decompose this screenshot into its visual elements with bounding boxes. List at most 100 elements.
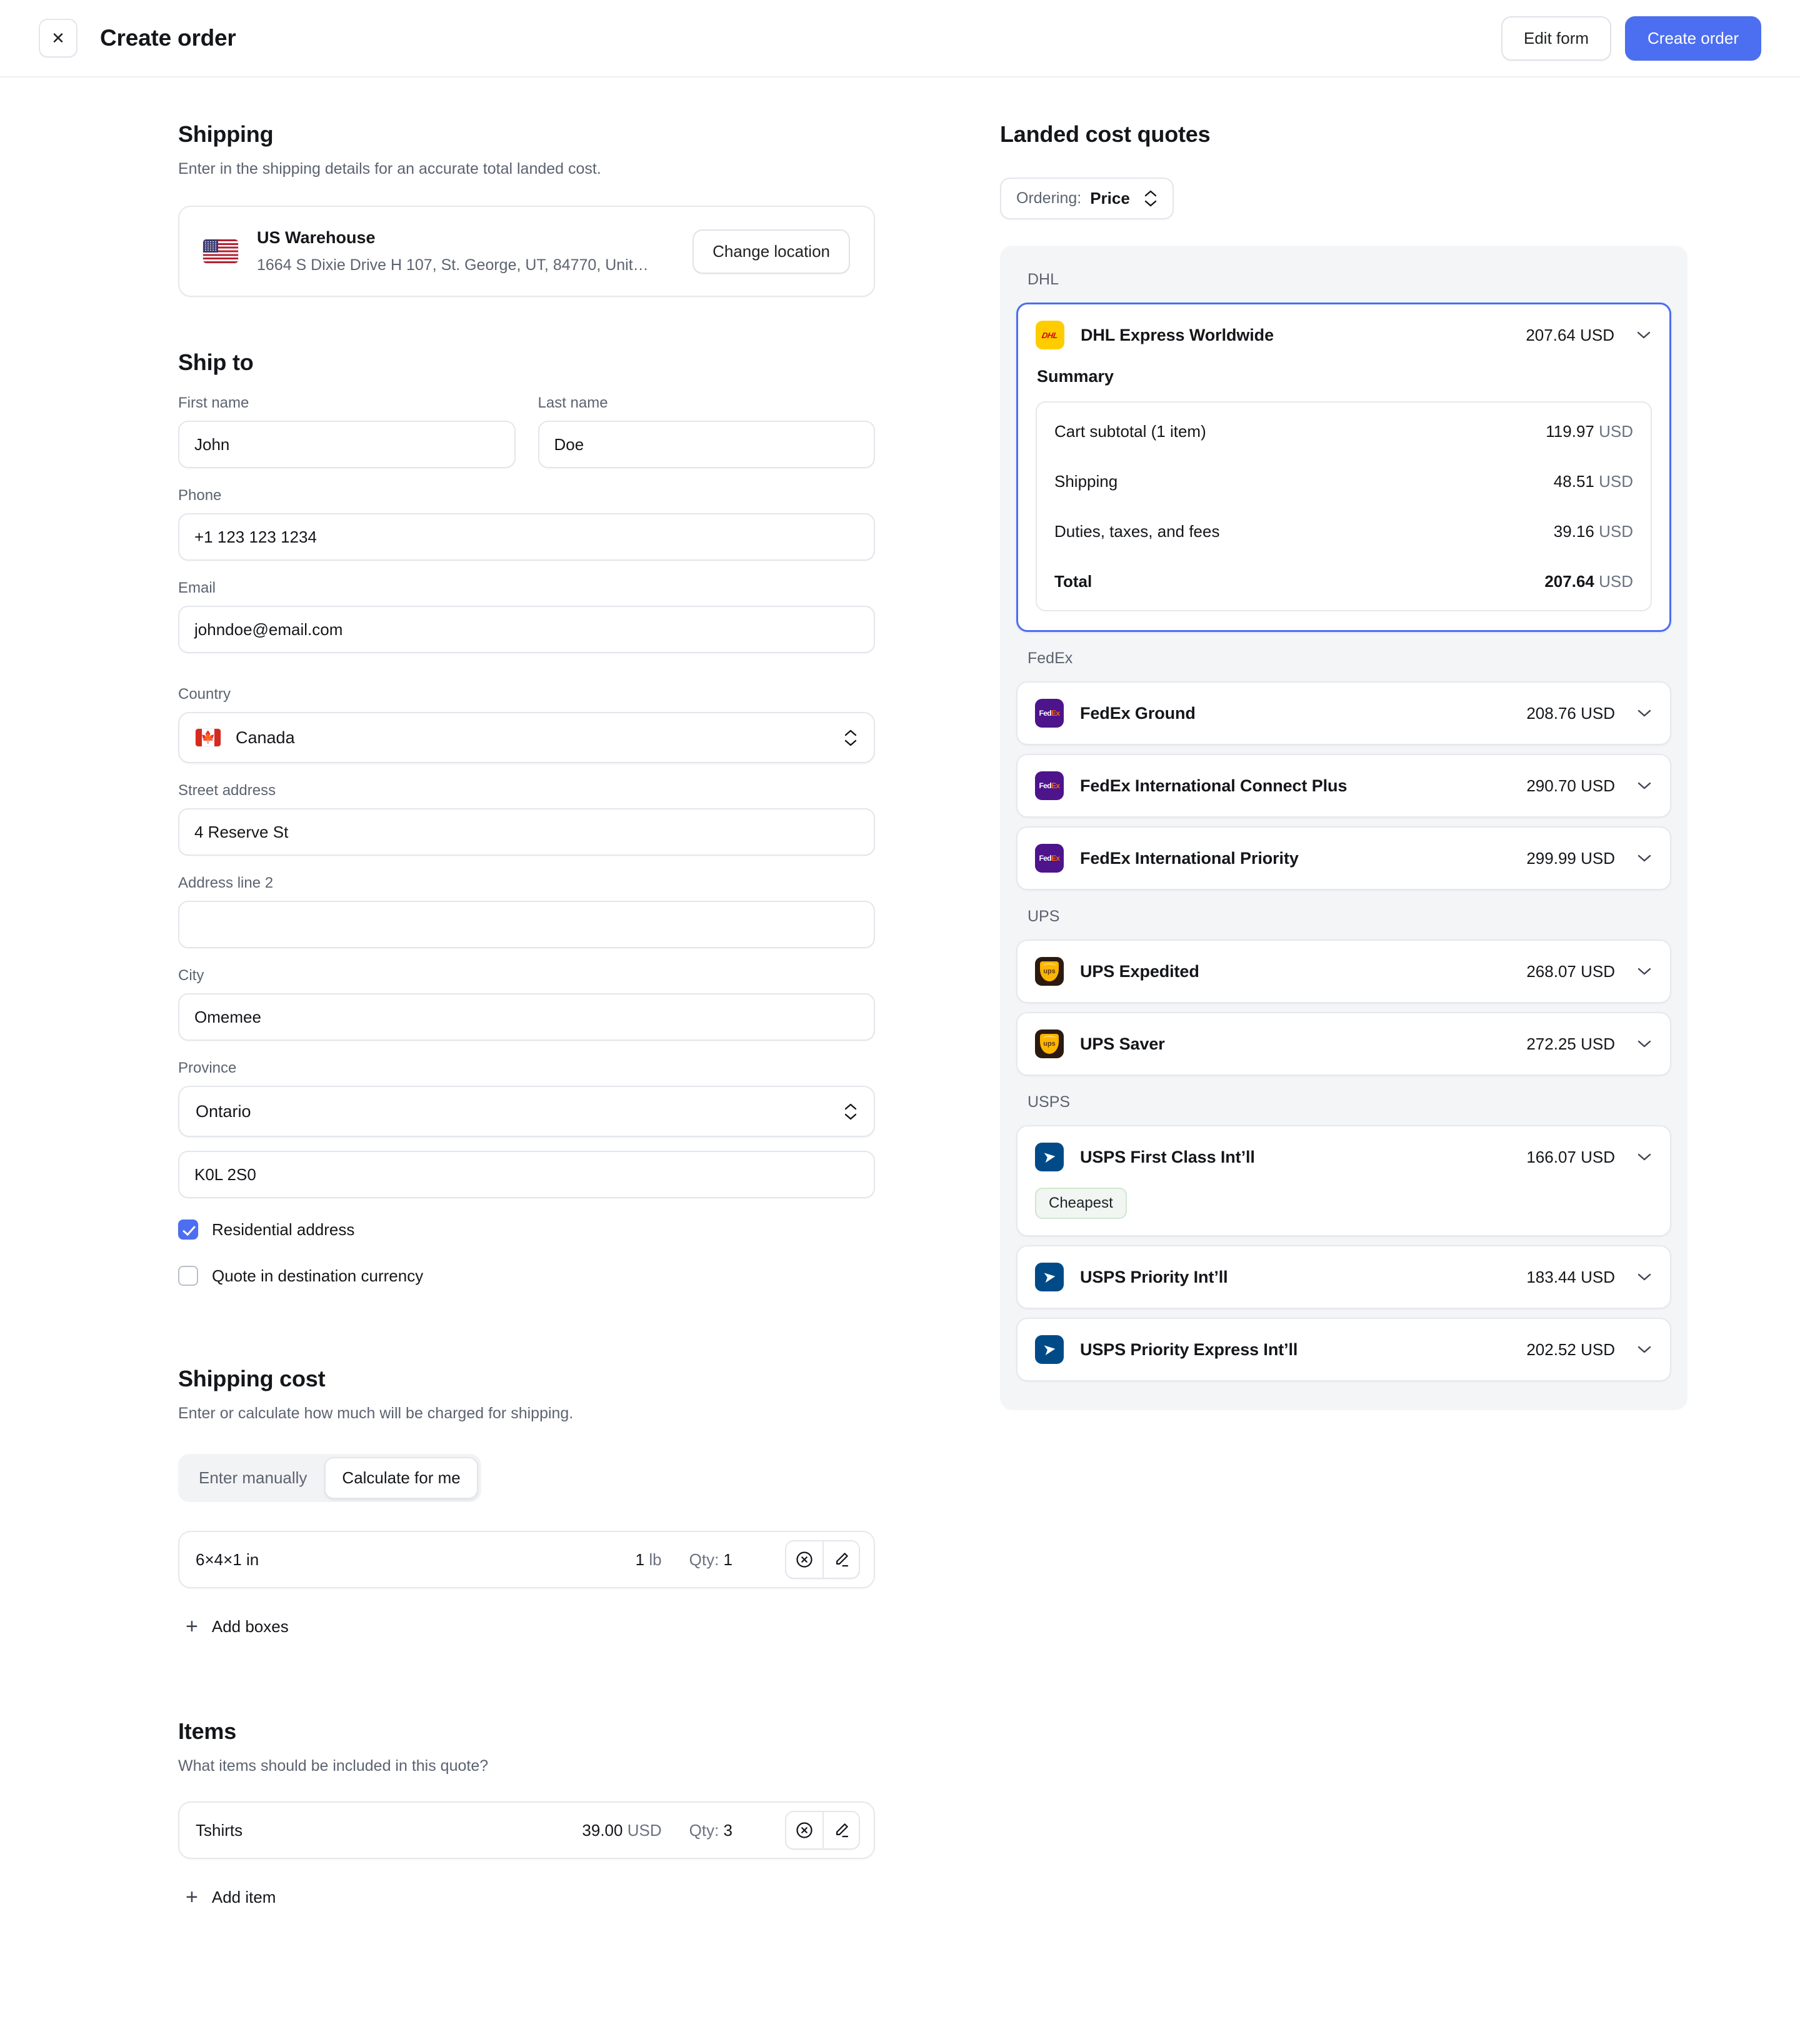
- warehouse-location-card: US Warehouse 1664 S Dixie Drive H 107, S…: [178, 206, 875, 297]
- quote-header[interactable]: ➤ USPS Priority Express Int’ll 202.52 USD: [1018, 1319, 1670, 1380]
- last-name-label: Last name: [538, 394, 608, 411]
- quote-header[interactable]: DHL DHL Express Worldwide 207.64 USD: [1018, 304, 1669, 366]
- tab-calculate-for-me[interactable]: Calculate for me: [324, 1457, 478, 1499]
- quote-service-name: USPS Priority Int’ll: [1080, 1267, 1228, 1286]
- checkbox-checked-icon[interactable]: [178, 1220, 198, 1240]
- quote-service-name: UPS Expedited: [1080, 961, 1199, 981]
- chevron-down-icon[interactable]: [1636, 1272, 1652, 1282]
- chevron-updown-icon: [1144, 189, 1158, 208]
- chevron-down-icon[interactable]: [1636, 966, 1652, 976]
- quotes-column: Landed cost quotes Ordering: Price DHL DH…: [1000, 121, 1688, 1908]
- item-name: Tshirts: [196, 1820, 243, 1840]
- item-actions: [785, 1811, 860, 1850]
- address2-input[interactable]: [178, 901, 875, 948]
- quote-card[interactable]: FedEx FedEx Ground 208.76 USD: [1016, 681, 1671, 745]
- quote-card[interactable]: FedEx FedEx International Priority 299.99 …: [1016, 826, 1671, 890]
- chevron-down-icon[interactable]: [1636, 330, 1652, 340]
- plus-icon: +: [186, 1615, 198, 1638]
- location-address: 1664 S Dixie Drive H 107, St. George, UT…: [257, 256, 649, 274]
- ordering-select[interactable]: Ordering: Price: [1000, 178, 1174, 219]
- quote-price: 290.70 USD: [1526, 776, 1615, 795]
- postal-code-input[interactable]: K0L 2S0: [178, 1151, 875, 1198]
- city-input[interactable]: Omemee: [178, 993, 875, 1041]
- close-icon[interactable]: ✕: [39, 19, 78, 58]
- chevron-down-icon[interactable]: [1636, 1152, 1652, 1162]
- quote-header[interactable]: FedEx FedEx Ground 208.76 USD: [1018, 683, 1670, 744]
- create-order-button[interactable]: Create order: [1625, 16, 1761, 61]
- shipping-column: Shipping Enter in the shipping details f…: [178, 121, 875, 1908]
- box-dimensions: 6×4×1 in: [196, 1550, 259, 1569]
- summary-row-label: Total: [1054, 571, 1092, 591]
- quote-card[interactable]: FedEx FedEx International Connect Plus 290…: [1016, 754, 1671, 818]
- shipping-section-subtitle: Enter in the shipping details for an acc…: [178, 160, 601, 178]
- status-badge: Cheapest: [1035, 1188, 1127, 1219]
- add-boxes-button[interactable]: + Add boxes: [178, 1616, 289, 1637]
- quote-card[interactable]: ➤ USPS Priority Express Int’ll 202.52 USD: [1016, 1318, 1671, 1381]
- quote-price: 183.44 USD: [1526, 1267, 1615, 1286]
- edit-item-icon[interactable]: [822, 1812, 859, 1848]
- remove-box-icon[interactable]: [786, 1541, 822, 1578]
- chevron-down-icon[interactable]: [1636, 1345, 1652, 1355]
- fedex-logo-icon: FedEx: [1035, 699, 1064, 728]
- phone-input[interactable]: +1 123 123 1234: [178, 513, 875, 561]
- summary-row-label: Cart subtotal (1 item): [1054, 421, 1206, 441]
- email-label: Email: [178, 579, 216, 596]
- residential-address-checkbox-row[interactable]: Residential address: [178, 1220, 875, 1240]
- first-name-input[interactable]: John: [178, 421, 516, 468]
- chevron-down-icon[interactable]: [1636, 708, 1652, 718]
- quote-header[interactable]: ups UPS Saver 272.25 USD: [1018, 1013, 1670, 1075]
- quote-header[interactable]: FedEx FedEx International Connect Plus 290…: [1018, 755, 1670, 816]
- country-value: Canada: [236, 728, 295, 747]
- box-quantity: Qty: 1: [689, 1550, 732, 1569]
- add-item-button[interactable]: + Add item: [178, 1886, 276, 1908]
- quote-header[interactable]: ➤ USPS Priority Int’ll 183.44 USD: [1018, 1246, 1670, 1308]
- quote-price: 166.07 USD: [1526, 1147, 1615, 1166]
- remove-item-icon[interactable]: [786, 1812, 822, 1848]
- last-name-input[interactable]: Doe: [538, 421, 875, 468]
- quote-price: 202.52 USD: [1526, 1340, 1615, 1359]
- summary-row: Total 207.64 USD: [1054, 556, 1633, 606]
- street-input[interactable]: 4 Reserve St: [178, 808, 875, 856]
- canada-flag-icon: 🍁: [196, 729, 221, 746]
- edit-box-icon[interactable]: [822, 1541, 859, 1578]
- province-select[interactable]: Ontario: [178, 1086, 875, 1137]
- quote-header[interactable]: ➤ USPS First Class Int’ll 166.07 USD: [1018, 1126, 1670, 1188]
- postal-field: K0L 2S0: [178, 1151, 875, 1198]
- quote-header[interactable]: FedEx FedEx International Priority 299.99 …: [1018, 828, 1670, 889]
- usps-logo-icon: ➤: [1035, 1263, 1064, 1291]
- quote-price: 208.76 USD: [1526, 703, 1615, 723]
- quote-summary: Summary Cart subtotal (1 item) 119.97 USD S…: [1018, 366, 1669, 630]
- destination-currency-checkbox-row[interactable]: Quote in destination currency: [178, 1266, 875, 1286]
- carrier-group: FedEx FedEx FedEx Ground 208.76 USD FedEx Fed…: [1016, 641, 1671, 890]
- tab-enter-manually[interactable]: Enter manually: [181, 1457, 324, 1499]
- add-boxes-label: Add boxes: [211, 1616, 289, 1636]
- country-select[interactable]: 🍁 Canada: [178, 712, 875, 763]
- quote-card[interactable]: DHL DHL Express Worldwide 207.64 USD Summar…: [1016, 303, 1671, 632]
- quote-card[interactable]: ➤ USPS Priority Int’ll 183.44 USD: [1016, 1245, 1671, 1309]
- top-bar: ✕ Create order Edit form Create order: [0, 0, 1800, 78]
- edit-form-button[interactable]: Edit form: [1501, 16, 1612, 61]
- summary-row-amount: 207.64 USD: [1544, 571, 1633, 591]
- checkbox-unchecked-icon[interactable]: [178, 1266, 198, 1286]
- chevron-down-icon[interactable]: [1636, 781, 1652, 791]
- summary-row-label: Duties, taxes, and fees: [1054, 521, 1220, 541]
- chevron-down-icon[interactable]: [1636, 1039, 1652, 1049]
- quote-card[interactable]: ups UPS Expedited 268.07 USD: [1016, 939, 1671, 1003]
- email-input[interactable]: johndoe@email.com: [178, 606, 875, 653]
- quote-card[interactable]: ups UPS Saver 272.25 USD: [1016, 1012, 1671, 1076]
- street-field: Street address 4 Reserve St: [178, 782, 875, 856]
- summary-row-amount: 119.97 USD: [1546, 421, 1633, 441]
- shipping-cost-title: Shipping cost: [178, 1366, 326, 1391]
- topbar-actions: Edit form Create order: [1501, 16, 1761, 61]
- quote-card[interactable]: ➤ USPS First Class Int’ll 166.07 USD Cheape…: [1016, 1125, 1671, 1236]
- us-flag-icon: [203, 239, 238, 263]
- box-meta: 1 lb Qty: 1: [636, 1540, 860, 1579]
- change-location-button[interactable]: Change location: [692, 229, 850, 274]
- quote-badge-row: Cheapest: [1018, 1188, 1670, 1235]
- carrier-group: UPS ups UPS Expedited 268.07 USD ups UPS Save…: [1016, 899, 1671, 1076]
- box-row: 6×4×1 in 1 lb Qty: 1: [178, 1531, 875, 1588]
- quote-header[interactable]: ups UPS Expedited 268.07 USD: [1018, 941, 1670, 1002]
- location-text: US Warehouse 1664 S Dixie Drive H 107, S…: [257, 228, 692, 274]
- chevron-down-icon[interactable]: [1636, 853, 1652, 863]
- quote-service-name: DHL Express Worldwide: [1081, 325, 1274, 344]
